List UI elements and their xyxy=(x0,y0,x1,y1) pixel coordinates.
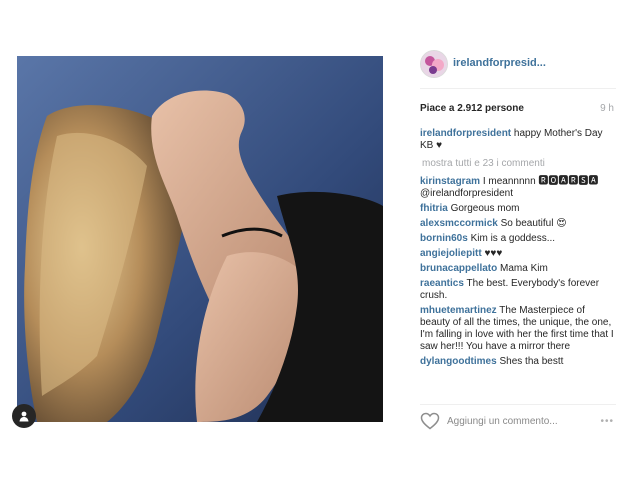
post-sidebar: irelandforpresid... Piace a 2.912 person… xyxy=(409,44,616,440)
list-item: brunacappellato Mama Kim xyxy=(420,263,614,275)
comment-username[interactable]: dylangoodtimes xyxy=(420,356,497,367)
show-all-comments-link[interactable]: mostra tutti e 23 i commenti xyxy=(422,158,614,170)
more-options-icon[interactable]: ••• xyxy=(600,416,614,427)
heart-icon[interactable] xyxy=(420,412,440,430)
list-item: kirinstagram I meannnnn 🆁🅾🅰🆁🆂🅰 @irelandf… xyxy=(420,176,614,200)
comment-text: Shes tha bestt xyxy=(499,356,564,367)
list-item: fhitria Gorgeous mom xyxy=(420,203,614,215)
avatar[interactable] xyxy=(420,50,448,78)
post-photo[interactable] xyxy=(17,56,383,422)
comment-username[interactable]: angiejoliepitt xyxy=(420,248,482,259)
post-timestamp[interactable]: 9 h xyxy=(600,103,614,114)
divider xyxy=(420,88,616,89)
comment-text: Mama Kim xyxy=(500,263,548,274)
comment-username[interactable]: bornin60s xyxy=(420,233,468,244)
list-item: bornin60s Kim is a goddess... xyxy=(420,233,614,245)
divider xyxy=(420,404,616,405)
list-item: raeantics The best. Everybody's forever … xyxy=(420,278,614,302)
comments-list: irelandforpresident happy Mother's Day K… xyxy=(420,128,614,371)
caption: irelandforpresident happy Mother's Day K… xyxy=(420,128,614,152)
portrait-image xyxy=(17,56,383,422)
comment-text: So beautiful 😍 xyxy=(500,218,567,229)
list-item: mhuetemartinez The Masterpiece of beauty… xyxy=(420,305,614,353)
comment-username[interactable]: brunacappellato xyxy=(420,263,497,274)
user-tag-icon[interactable] xyxy=(12,404,36,428)
post-header: irelandforpresid... xyxy=(409,44,616,84)
list-item: alexsmccormick So beautiful 😍 xyxy=(420,218,614,230)
likes-count[interactable]: Piace a 2.912 persone xyxy=(420,103,524,114)
comment-username[interactable]: kirinstagram xyxy=(420,176,480,187)
caption-username[interactable]: irelandforpresident xyxy=(420,128,511,139)
comment-text: Gorgeous mom xyxy=(450,203,520,214)
comment-text: ♥♥♥ xyxy=(484,248,503,259)
comment-username[interactable]: fhitria xyxy=(420,203,448,214)
list-item: angiejoliepitt ♥♥♥ xyxy=(420,248,614,260)
comment-username[interactable]: raeantics xyxy=(420,278,464,289)
comment-bar: Aggiungi un commento... ••• xyxy=(409,410,616,438)
post-author-link[interactable]: irelandforpresid... xyxy=(453,57,546,69)
add-comment-input[interactable]: Aggiungi un commento... xyxy=(447,416,558,427)
comment-username[interactable]: mhuetemartinez xyxy=(420,305,497,316)
comment-text: Kim is a goddess... xyxy=(470,233,556,244)
comment-username[interactable]: alexsmccormick xyxy=(420,218,498,229)
list-item: dylangoodtimes Shes tha bestt xyxy=(420,356,614,368)
